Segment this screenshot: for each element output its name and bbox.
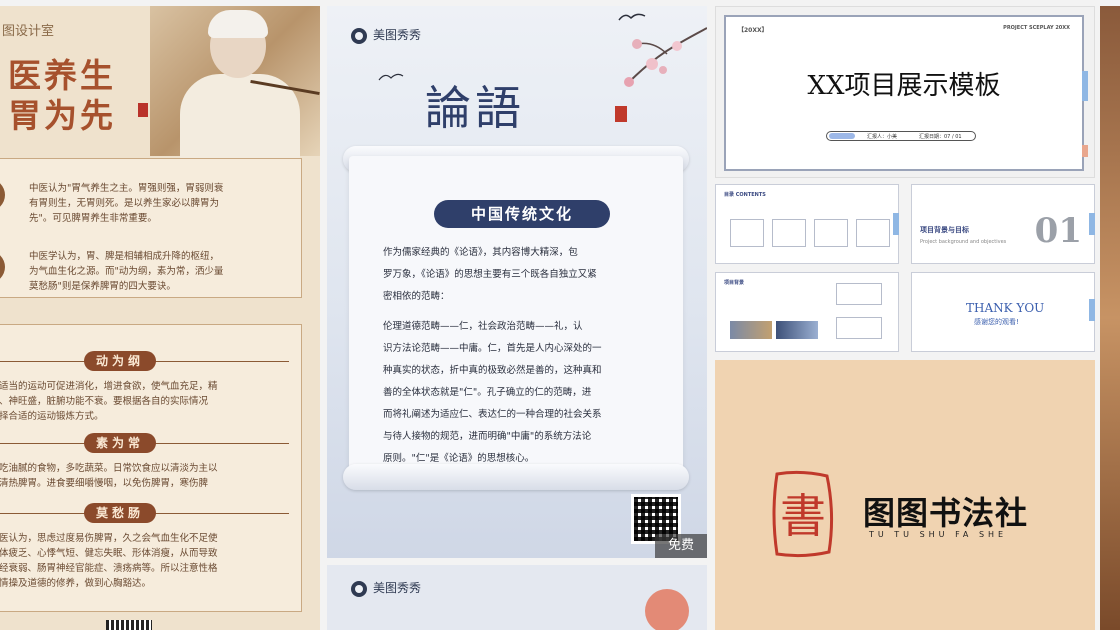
reporter-bar: 汇报人：小美 汇报日期：07 / 01 xyxy=(826,131,976,141)
elder-photo xyxy=(150,6,320,164)
red-seal-icon xyxy=(138,103,148,117)
side-tab xyxy=(1082,145,1088,157)
club-name: 图图书法社 xyxy=(863,494,1029,532)
thumb-contents[interactable]: 目录 CONTENTS xyxy=(715,184,899,264)
plum-branch-icon xyxy=(624,27,707,87)
bird-icon xyxy=(378,73,404,81)
meitu-logo-icon xyxy=(351,580,367,597)
section-diet: 素为常 xyxy=(0,433,289,453)
bullet-icon xyxy=(0,251,5,283)
cover-slide: 【20XX】 PROJECT SCEPLAY 20XX XX项目展示模板 汇报人… xyxy=(724,15,1088,171)
bullet-icon xyxy=(0,179,5,211)
scroll-bottom-roll xyxy=(343,464,689,490)
free-badge: 免费 xyxy=(655,534,707,558)
sun-icon xyxy=(645,589,689,630)
brand-label: 美图秀秀 xyxy=(351,579,421,597)
calligraphy-template-card[interactable]: 書 图图书法社 TU TU SHU FA SHE xyxy=(715,360,1095,630)
red-seal-icon xyxy=(615,106,627,122)
thumb-background[interactable]: 项目背景与目标 Project background and objective… xyxy=(911,184,1095,264)
brand-label: 美图秀秀 xyxy=(351,26,421,44)
lunyu-template-card[interactable]: 美图秀秀 論語 中国传统文化 作为儒家经典的《论语》，其内容博大精深，包 罗万象… xyxy=(327,6,707,558)
intro-panel: 中医认为"胃气养生之主。胃强则强，胃弱则衰 有胃则生，无胃则死。是以养生家必以脾… xyxy=(0,158,302,298)
section-exercise: 动为纲 xyxy=(0,351,289,371)
calligraphy-seal-icon: 書 xyxy=(772,470,834,558)
next-card-edge[interactable] xyxy=(1100,6,1120,630)
lunyu-title: 論語 xyxy=(425,81,525,135)
tips-panel: 动为纲 适当的运动可促进消化，增进食欲，使气血充足，精 、神旺盛，脏腑功能不衰。… xyxy=(0,324,302,612)
side-tab xyxy=(1082,71,1088,101)
thumb-project[interactable]: 项目背景 xyxy=(715,272,899,352)
section-worry: 莫愁肠 xyxy=(0,503,289,523)
qr-code-icon xyxy=(106,620,152,630)
scroll-paper: 中国传统文化 作为儒家经典的《论语》，其内容博大精深，包 罗万象，《论语》的思想… xyxy=(349,156,683,486)
svg-text:書: 書 xyxy=(780,489,826,543)
lunyu-template-card-2[interactable]: 美图秀秀 xyxy=(327,565,707,630)
project-title: XX项目展示模板 xyxy=(807,71,1001,101)
club-pinyin: TU TU SHU FA SHE xyxy=(869,530,1008,539)
studio-label: 图设计室 xyxy=(2,24,55,39)
tcm-template-card[interactable]: 图设计室 医养生 胃为先 中医认为"胃气养生之主。胃强则强，胃弱则衰 有胃则生，… xyxy=(0,6,320,630)
thumb-thankyou[interactable]: THANK YOU 感谢您的观看! xyxy=(911,272,1095,352)
meitu-logo-icon xyxy=(351,27,367,44)
project-template-card[interactable]: 【20XX】 PROJECT SCEPLAY 20XX XX项目展示模板 汇报人… xyxy=(715,6,1095,178)
culture-header: 中国传统文化 xyxy=(434,200,610,228)
tcm-title: 医养生 胃为先 xyxy=(8,56,116,135)
bird-icon xyxy=(618,13,646,21)
